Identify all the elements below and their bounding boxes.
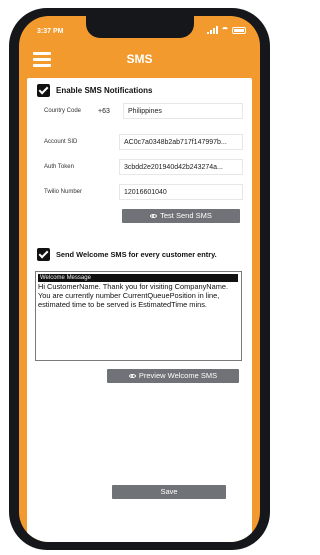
enable-sms-checkbox[interactable] xyxy=(37,84,50,97)
test-send-sms-button[interactable]: Test Send SMS xyxy=(122,209,240,223)
auth-token-label: Auth Token xyxy=(44,164,74,170)
account-sid-label: Account SID xyxy=(44,139,78,145)
country-select[interactable]: Philippines xyxy=(123,103,243,119)
eye-icon xyxy=(150,214,158,219)
status-time: 3:37 PM xyxy=(37,28,64,35)
twilio-number-field[interactable]: 12016601040 xyxy=(119,184,243,200)
country-code-field[interactable]: +63 xyxy=(93,103,121,119)
welcome-message-textarea[interactable]: Welcome Message Hi CustomerName. Thank y… xyxy=(35,271,242,361)
battery-icon xyxy=(232,26,246,34)
preview-welcome-sms-label: Preview Welcome SMS xyxy=(138,371,218,380)
phone-frame: 3:37 PM SMS Enable SMS Notifications Cou… xyxy=(9,8,270,550)
welcome-message-text: Hi CustomerName. Thank you for visiting … xyxy=(38,282,229,309)
twilio-number-label: Twilio Number xyxy=(44,189,83,195)
eye-icon xyxy=(128,374,136,379)
welcome-message-title: Welcome Message xyxy=(38,274,238,282)
enable-sms-row[interactable]: Enable SMS Notifications xyxy=(37,84,152,97)
app-header: SMS xyxy=(19,44,260,78)
welcome-sms-checkbox[interactable] xyxy=(37,248,50,261)
screen: 3:37 PM SMS Enable SMS Notifications Cou… xyxy=(19,16,260,542)
welcome-sms-row[interactable]: Send Welcome SMS for every customer entr… xyxy=(37,248,217,261)
country-code-label: Country Code xyxy=(44,108,82,114)
status-icons xyxy=(207,26,246,34)
sms-settings-panel: Enable SMS Notifications Country Code +6… xyxy=(27,78,252,542)
test-send-sms-label: Test Send SMS xyxy=(160,211,212,220)
welcome-sms-label: Send Welcome SMS for every customer entr… xyxy=(56,250,217,259)
signal-icon xyxy=(207,26,218,34)
page-title: SMS xyxy=(126,52,153,66)
save-button[interactable]: Save xyxy=(112,485,226,499)
preview-welcome-sms-button[interactable]: Preview Welcome SMS xyxy=(107,369,239,383)
wifi-icon xyxy=(221,27,229,33)
auth-token-field[interactable]: 3cbdd2e201940d42b243274a... xyxy=(119,159,243,175)
status-bar: 3:37 PM xyxy=(19,16,260,46)
account-sid-field[interactable]: AC0c7a0348b2ab717f147997b... xyxy=(119,134,243,150)
enable-sms-label: Enable SMS Notifications xyxy=(56,86,153,95)
